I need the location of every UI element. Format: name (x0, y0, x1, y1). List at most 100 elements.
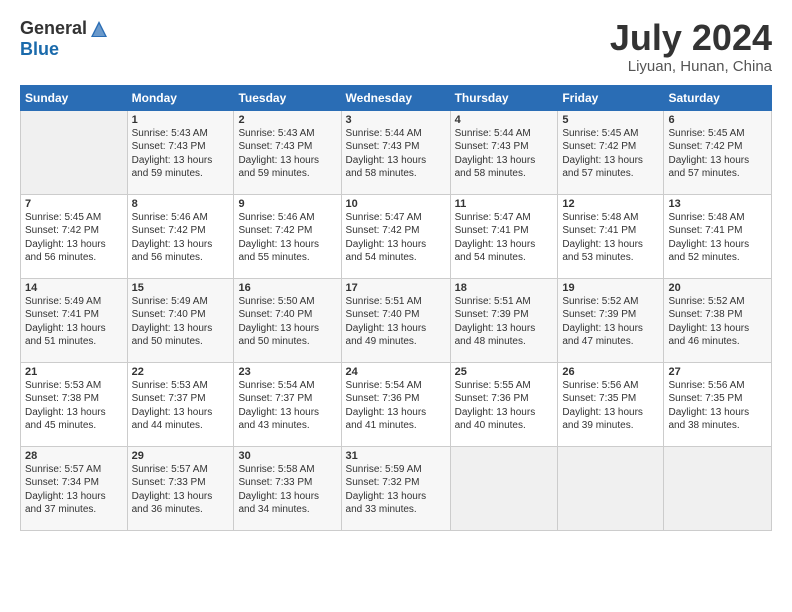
day-number: 27 (668, 366, 767, 378)
day-info: Sunrise: 5:56 AM Sunset: 7:35 PM Dayligh… (562, 379, 659, 433)
day-number: 11 (455, 198, 554, 210)
day-number: 17 (346, 282, 446, 294)
day-number: 13 (668, 198, 767, 210)
day-number: 30 (238, 450, 336, 462)
col-tuesday: Tuesday (234, 85, 341, 110)
day-info: Sunrise: 5:53 AM Sunset: 7:37 PM Dayligh… (132, 379, 230, 433)
logo-icon (89, 19, 109, 39)
day-number: 24 (346, 366, 446, 378)
day-info: Sunrise: 5:51 AM Sunset: 7:39 PM Dayligh… (455, 295, 554, 349)
day-number: 26 (562, 366, 659, 378)
day-number: 10 (346, 198, 446, 210)
calendar-cell: 27Sunrise: 5:56 AM Sunset: 7:35 PM Dayli… (664, 362, 772, 446)
calendar-cell: 13Sunrise: 5:48 AM Sunset: 7:41 PM Dayli… (664, 194, 772, 278)
day-number: 8 (132, 198, 230, 210)
calendar-cell: 1Sunrise: 5:43 AM Sunset: 7:43 PM Daylig… (127, 110, 234, 194)
calendar-page: General Blue July 2024 Liyuan, Hunan, Ch… (0, 0, 792, 612)
day-info: Sunrise: 5:59 AM Sunset: 7:32 PM Dayligh… (346, 463, 446, 517)
day-info: Sunrise: 5:53 AM Sunset: 7:38 PM Dayligh… (25, 379, 123, 433)
calendar-cell: 4Sunrise: 5:44 AM Sunset: 7:43 PM Daylig… (450, 110, 558, 194)
col-thursday: Thursday (450, 85, 558, 110)
calendar-cell: 26Sunrise: 5:56 AM Sunset: 7:35 PM Dayli… (558, 362, 664, 446)
logo: General Blue (20, 18, 109, 60)
day-info: Sunrise: 5:58 AM Sunset: 7:33 PM Dayligh… (238, 463, 336, 517)
day-number: 20 (668, 282, 767, 294)
day-number: 5 (562, 114, 659, 126)
calendar-cell: 22Sunrise: 5:53 AM Sunset: 7:37 PM Dayli… (127, 362, 234, 446)
header-row: Sunday Monday Tuesday Wednesday Thursday… (21, 85, 772, 110)
day-info: Sunrise: 5:44 AM Sunset: 7:43 PM Dayligh… (455, 127, 554, 181)
calendar-week-5: 28Sunrise: 5:57 AM Sunset: 7:34 PM Dayli… (21, 446, 772, 530)
day-number: 16 (238, 282, 336, 294)
calendar-cell: 29Sunrise: 5:57 AM Sunset: 7:33 PM Dayli… (127, 446, 234, 530)
day-number: 19 (562, 282, 659, 294)
calendar-cell: 25Sunrise: 5:55 AM Sunset: 7:36 PM Dayli… (450, 362, 558, 446)
calendar-week-2: 7Sunrise: 5:45 AM Sunset: 7:42 PM Daylig… (21, 194, 772, 278)
calendar-week-4: 21Sunrise: 5:53 AM Sunset: 7:38 PM Dayli… (21, 362, 772, 446)
calendar-cell: 14Sunrise: 5:49 AM Sunset: 7:41 PM Dayli… (21, 278, 128, 362)
day-info: Sunrise: 5:57 AM Sunset: 7:33 PM Dayligh… (132, 463, 230, 517)
day-number: 22 (132, 366, 230, 378)
calendar-cell: 9Sunrise: 5:46 AM Sunset: 7:42 PM Daylig… (234, 194, 341, 278)
day-info: Sunrise: 5:54 AM Sunset: 7:36 PM Dayligh… (346, 379, 446, 433)
calendar-cell: 10Sunrise: 5:47 AM Sunset: 7:42 PM Dayli… (341, 194, 450, 278)
day-number: 9 (238, 198, 336, 210)
calendar-cell: 7Sunrise: 5:45 AM Sunset: 7:42 PM Daylig… (21, 194, 128, 278)
calendar-cell: 3Sunrise: 5:44 AM Sunset: 7:43 PM Daylig… (341, 110, 450, 194)
day-number: 2 (238, 114, 336, 126)
day-info: Sunrise: 5:55 AM Sunset: 7:36 PM Dayligh… (455, 379, 554, 433)
day-number: 31 (346, 450, 446, 462)
logo-general-text: General (20, 18, 87, 39)
calendar-cell: 28Sunrise: 5:57 AM Sunset: 7:34 PM Dayli… (21, 446, 128, 530)
calendar-week-1: 1 Sunrise: 5:43 AM Sunset: 7:43 PM Daylig… (21, 110, 772, 194)
calendar-table: Sunday Monday Tuesday Wednesday Thursday… (20, 85, 772, 531)
day-number: 4 (455, 114, 554, 126)
day-info: Sunrise: 5:47 AM Sunset: 7:42 PM Dayligh… (346, 211, 446, 265)
calendar-cell: 24Sunrise: 5:54 AM Sunset: 7:36 PM Dayli… (341, 362, 450, 446)
col-monday: Monday (127, 85, 234, 110)
calendar-cell: 21Sunrise: 5:53 AM Sunset: 7:38 PM Dayli… (21, 362, 128, 446)
day-info: Sunrise: 5:45 AM Sunset: 7:42 PM Dayligh… (562, 127, 659, 181)
logo-blue-text: Blue (20, 39, 59, 60)
day-number: 29 (132, 450, 230, 462)
calendar-cell: 30Sunrise: 5:58 AM Sunset: 7:33 PM Dayli… (234, 446, 341, 530)
title-block: July 2024 Liyuan, Hunan, China (610, 18, 772, 75)
day-info: Sunrise: 5:50 AM Sunset: 7:40 PM Dayligh… (238, 295, 336, 349)
day-info: Sunrise: 5:46 AM Sunset: 7:42 PM Dayligh… (132, 211, 230, 265)
calendar-cell: 5Sunrise: 5:45 AM Sunset: 7:42 PM Daylig… (558, 110, 664, 194)
col-saturday: Saturday (664, 85, 772, 110)
day-number: 15 (132, 282, 230, 294)
calendar-cell (450, 446, 558, 530)
calendar-cell: 19Sunrise: 5:52 AM Sunset: 7:39 PM Dayli… (558, 278, 664, 362)
day-info: Sunrise: 5:47 AM Sunset: 7:41 PM Dayligh… (455, 211, 554, 265)
day-number: 1 (132, 114, 230, 126)
calendar-cell (558, 446, 664, 530)
day-number: 14 (25, 282, 123, 294)
calendar-cell: 15Sunrise: 5:49 AM Sunset: 7:40 PM Dayli… (127, 278, 234, 362)
day-number: 12 (562, 198, 659, 210)
month-title: July 2024 (610, 18, 772, 58)
day-info: Sunrise: 5:44 AM Sunset: 7:43 PM Dayligh… (346, 127, 446, 181)
day-number: 18 (455, 282, 554, 294)
col-sunday: Sunday (21, 85, 128, 110)
day-info: Sunrise: 5:49 AM Sunset: 7:40 PM Dayligh… (132, 295, 230, 349)
col-friday: Friday (558, 85, 664, 110)
day-info: Sunrise: 5:43 AM Sunset: 7:43 PM Dayligh… (238, 127, 336, 181)
header: General Blue July 2024 Liyuan, Hunan, Ch… (20, 18, 772, 75)
day-info: Sunrise: 5:48 AM Sunset: 7:41 PM Dayligh… (668, 211, 767, 265)
day-number: 23 (238, 366, 336, 378)
calendar-cell: 16Sunrise: 5:50 AM Sunset: 7:40 PM Dayli… (234, 278, 341, 362)
col-wednesday: Wednesday (341, 85, 450, 110)
day-number: 28 (25, 450, 123, 462)
calendar-cell: 23Sunrise: 5:54 AM Sunset: 7:37 PM Dayli… (234, 362, 341, 446)
day-info: Sunrise: 5:49 AM Sunset: 7:41 PM Dayligh… (25, 295, 123, 349)
day-info: Sunrise: 5:45 AM Sunset: 7:42 PM Dayligh… (25, 211, 123, 265)
day-number: 3 (346, 114, 446, 126)
calendar-cell: 18Sunrise: 5:51 AM Sunset: 7:39 PM Dayli… (450, 278, 558, 362)
day-info: Sunrise: 5:57 AM Sunset: 7:34 PM Dayligh… (25, 463, 123, 517)
day-info: Sunrise: 5:54 AM Sunset: 7:37 PM Dayligh… (238, 379, 336, 433)
calendar-cell: 31Sunrise: 5:59 AM Sunset: 7:32 PM Dayli… (341, 446, 450, 530)
calendar-cell: 6Sunrise: 5:45 AM Sunset: 7:42 PM Daylig… (664, 110, 772, 194)
calendar-cell: 20Sunrise: 5:52 AM Sunset: 7:38 PM Dayli… (664, 278, 772, 362)
calendar-cell (664, 446, 772, 530)
